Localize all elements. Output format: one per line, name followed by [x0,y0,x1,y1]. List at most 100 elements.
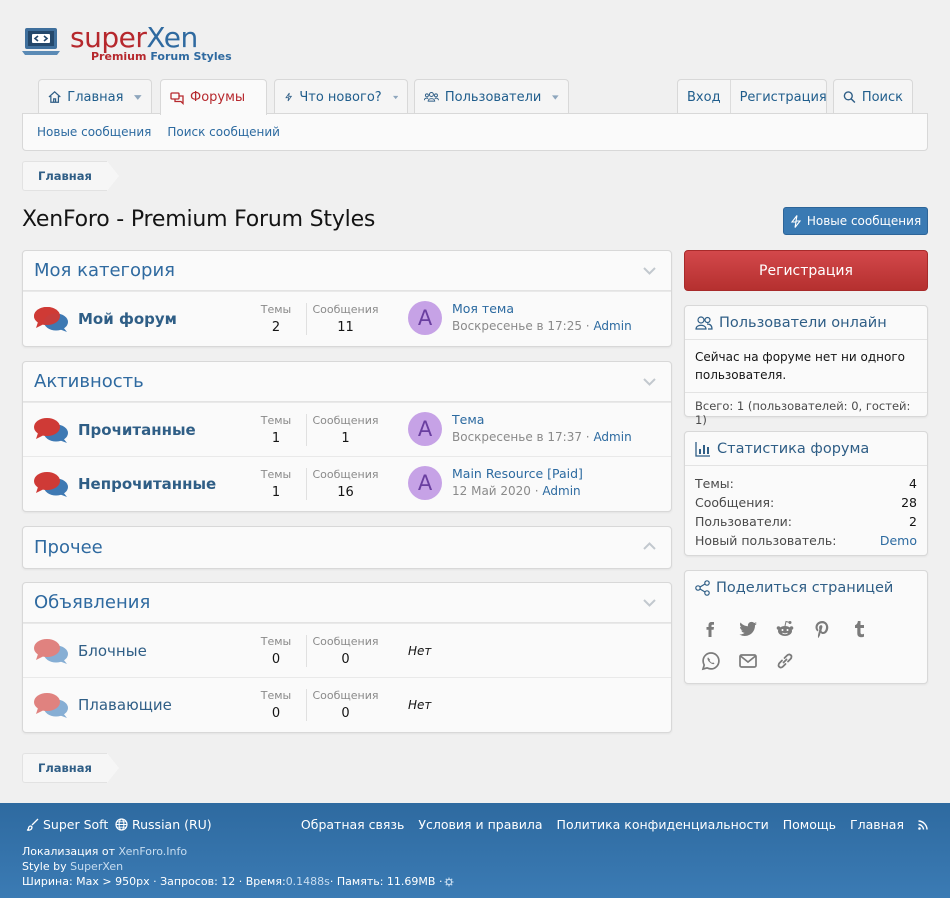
localization-credit: Локализация от XenForo.Info [22,845,187,858]
forum-title[interactable]: Прочитанные [78,421,196,439]
last-post-user[interactable]: Admin [593,319,631,333]
forum-read-icon[interactable] [33,691,69,719]
last-post-title[interactable]: Main Resource [Paid] [452,466,583,481]
last-post-date[interactable]: Воскресенье в 17:37 [452,430,582,444]
last-post-meta: 12 Май 2020 · Admin [452,484,581,498]
category-title[interactable]: Объявления [34,592,150,613]
footer-link-home[interactable]: Главная [850,817,904,832]
language-chooser-link[interactable]: Russian (RU) [115,817,212,832]
messages-label: Сообщения [312,468,379,481]
style-chooser-link[interactable]: Super Soft [26,817,108,832]
forum-read-icon[interactable] [33,637,69,665]
chevron-up-icon[interactable] [643,542,656,550]
forum-unread-icon[interactable] [33,305,69,333]
nav-tab-home-label: Главная [67,89,124,105]
avatar[interactable]: A [408,412,442,446]
debug-suffix: · Память: 11.69MB · [329,875,443,888]
last-post-user[interactable]: Admin [593,430,631,444]
newest-member-link[interactable]: Demo [880,531,917,550]
category-title[interactable]: Активность [34,371,144,392]
stats-value: 4 [909,476,917,491]
subnav-search-posts[interactable]: Поиск сообщений [167,125,280,139]
last-post-meta: Воскресенье в 17:37 · Admin [452,430,632,444]
facebook-icon[interactable] [701,613,738,645]
forum-title[interactable]: Блочные [78,642,147,660]
category-header[interactable]: Прочее [23,527,671,567]
last-post-title[interactable]: Моя тема [452,301,514,316]
category-header[interactable]: Моя категория [23,251,671,291]
subnav-new-posts[interactable]: Новые сообщения [37,125,151,139]
pinterest-icon[interactable] [812,613,849,645]
whatsapp-icon[interactable] [701,645,738,677]
breadcrumb-home[interactable]: Главная [22,161,107,191]
register-link[interactable]: Регистрация [729,80,836,114]
footer-link-contact[interactable]: Обратная связь [301,817,405,832]
search-link[interactable]: Поиск [833,79,913,114]
category-header[interactable]: Активность [23,362,671,402]
messages-label: Сообщения [312,414,379,427]
threads-count: 0 [271,706,281,721]
footer-link-terms[interactable]: Условия и правила [418,817,542,832]
register-button[interactable]: Регистрация [684,250,928,291]
site-logo[interactable]: superXen Premium Forum Styles [22,22,232,66]
chevron-down-icon[interactable] [643,267,656,275]
chevron-down-icon[interactable] [552,94,559,100]
category-block: Моя категория Мой форум Темы 2 Сообщения 1… [22,250,672,347]
last-post-title[interactable]: Тема [452,412,484,427]
style-chooser-label: Super Soft [43,817,109,832]
footer-link-privacy[interactable]: Политика конфиденциальности [557,817,769,832]
category-title[interactable]: Прочее [34,537,103,558]
debug-time: 0.1488s [285,875,330,888]
breadcrumb-bottom[interactable]: Главная [22,753,119,783]
localization-link[interactable]: XenForo.Info [119,845,188,858]
forum-title[interactable]: Непрочитанные [78,475,216,493]
nav-tab-members[interactable]: Пользователи [414,79,569,114]
forum-title[interactable]: Плавающие [78,696,172,714]
forum-unread-icon[interactable] [33,470,69,498]
cog-icon[interactable] [444,877,454,887]
category-header[interactable]: Объявления [23,583,671,623]
search-link-label: Поиск [861,89,903,105]
threads-label: Темы [260,414,292,427]
forum-title[interactable]: Мой форум [78,310,177,328]
breadcrumb-arrow [106,161,119,191]
last-post-date[interactable]: 12 Май 2020 [452,484,531,498]
avatar[interactable]: A [408,301,442,335]
breadcrumb-home[interactable]: Главная [22,753,107,783]
chevron-down-icon[interactable] [134,94,142,100]
chevron-down-icon[interactable] [643,378,656,386]
threads-label: Темы [260,303,292,316]
rss-icon[interactable] [918,819,928,830]
new-posts-button[interactable]: Новые сообщения [783,207,928,235]
share-buttons [685,605,915,677]
link-icon[interactable] [775,645,812,677]
footer-link-help[interactable]: Помощь [783,817,836,832]
nav-tab-whats-new[interactable]: Что нового? [274,79,408,114]
style-link[interactable]: SuperXen [70,860,123,873]
last-post-meta: Воскресенье в 17:25 · Admin [452,319,632,333]
login-link[interactable]: Вход [678,80,730,114]
forum-unread-icon[interactable] [33,416,69,444]
nav-tab-home[interactable]: Главная [38,79,152,114]
forum-stats-block: Статистика форума Темы: 4 Сообщения: 28 По… [684,431,928,556]
avatar[interactable]: A [408,466,442,500]
chevron-down-icon[interactable] [643,599,656,607]
bar-chart-icon [695,441,710,457]
breadcrumb-arrow [106,753,119,783]
tumblr-icon[interactable] [849,613,886,645]
twitter-icon[interactable] [738,613,775,645]
online-users-title[interactable]: Пользователи онлайн [719,315,887,331]
stats-label: Пользователи: [695,514,793,529]
last-post-user[interactable]: Admin [542,484,580,498]
category-title[interactable]: Моя категория [34,260,175,281]
breadcrumb[interactable]: Главная [22,161,119,191]
online-users-header[interactable]: Пользователи онлайн [685,306,927,340]
chevron-down-icon[interactable] [392,95,398,100]
last-post-date[interactable]: Воскресенье в 17:25 [452,319,582,333]
reddit-icon[interactable] [775,613,812,645]
email-icon[interactable] [738,645,775,677]
online-users-text: Сейчас на форуме нет ни одного пользоват… [695,350,905,382]
messages-stat: Сообщения 1 [306,414,384,446]
users-icon [695,315,713,330]
nav-tab-forums[interactable]: Форумы [160,79,267,115]
